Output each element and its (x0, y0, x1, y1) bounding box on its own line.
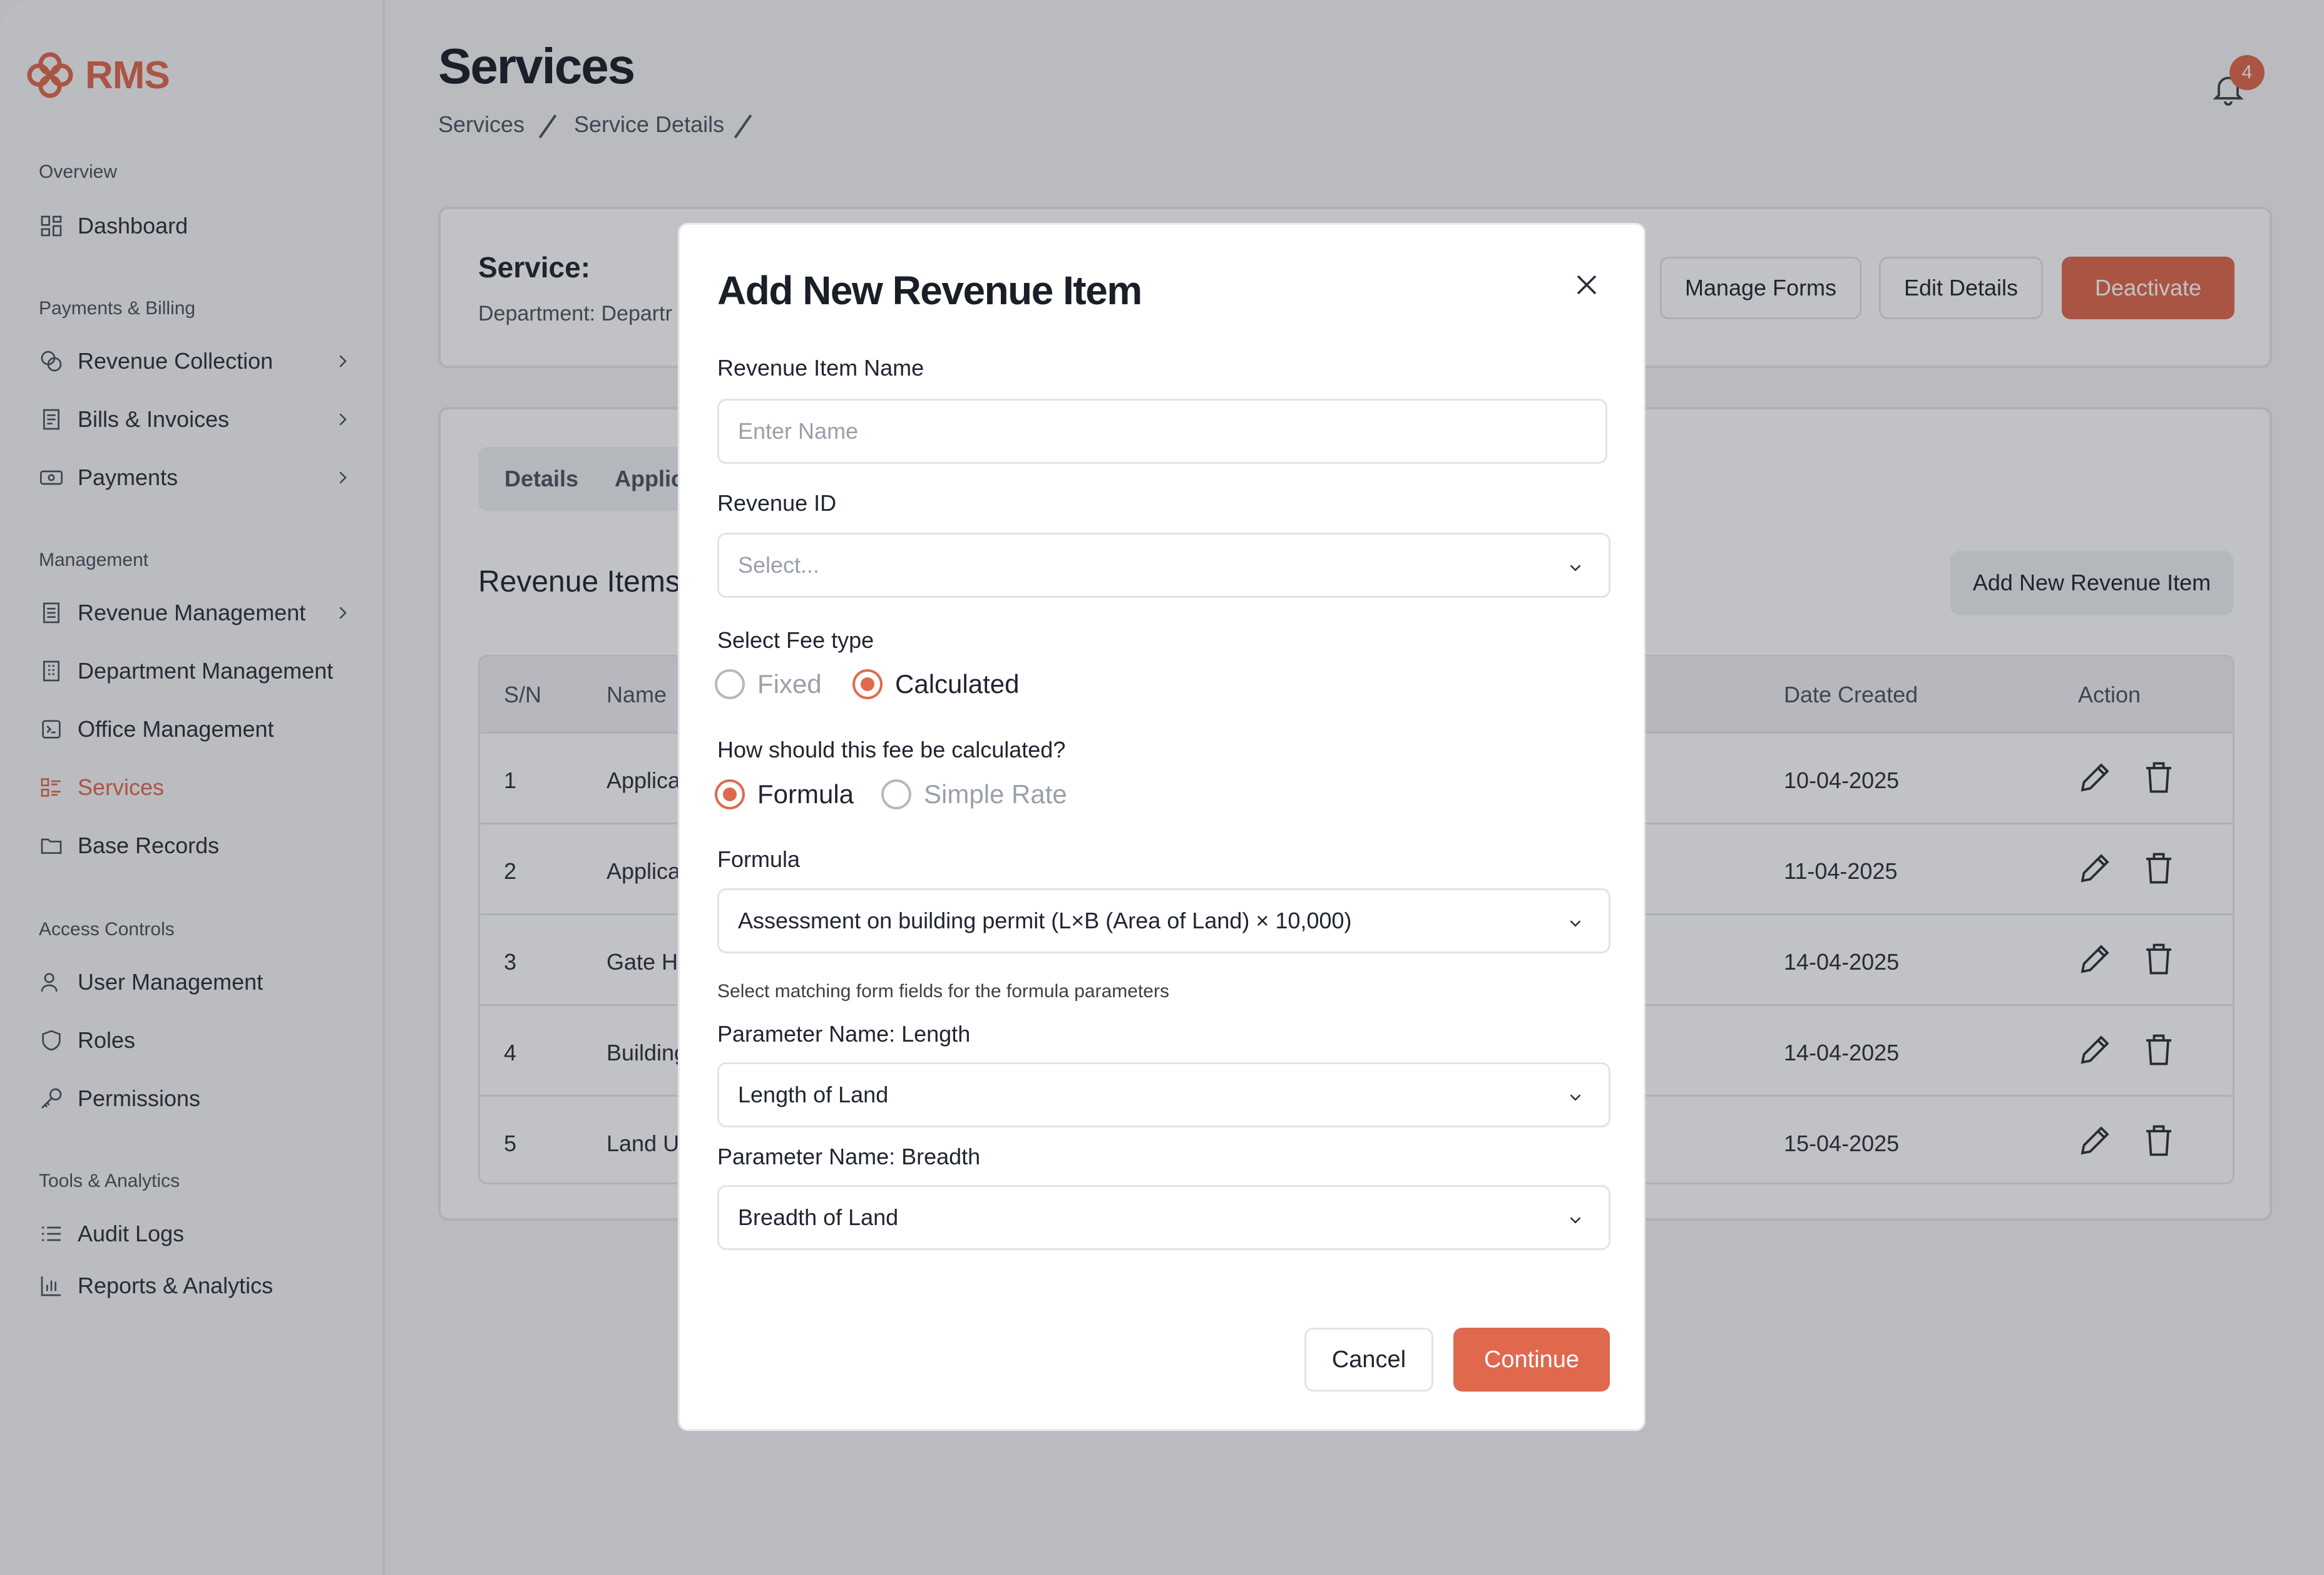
cancel-button[interactable]: Cancel (1304, 1328, 1433, 1392)
radio-label: Simple Rate (924, 779, 1067, 809)
add-revenue-item-modal: Add New Revenue Item Revenue Item Name E… (678, 223, 1646, 1431)
helper-text: Select matching form fields for the form… (717, 981, 1169, 1002)
fee-type-label: Select Fee type (717, 627, 874, 653)
param-length-label: Parameter Name: Length (717, 1021, 971, 1047)
param-breadth-value: Breadth of Land (738, 1204, 899, 1230)
revenue-id-placeholder: Select... (738, 552, 820, 578)
revenue-id-select[interactable]: Select... (717, 533, 1610, 598)
radio-selected-icon (715, 779, 745, 809)
formula-label: Formula (717, 846, 801, 872)
calculation-method-label: How should this fee be calculated? (717, 737, 1066, 762)
radio-selected-icon (852, 669, 883, 699)
modal-title: Add New Revenue Item (717, 268, 1142, 313)
revenue-item-name-label: Revenue Item Name (717, 355, 924, 381)
param-breadth-select[interactable]: Breadth of Land (717, 1185, 1610, 1250)
calc-formula-radio[interactable]: Formula (715, 779, 854, 809)
radio-label: Formula (757, 779, 854, 809)
revenue-id-label: Revenue ID (717, 490, 837, 516)
param-breadth-label: Parameter Name: Breadth (717, 1144, 981, 1169)
close-icon[interactable] (1572, 270, 1602, 300)
radio-unselected-icon (715, 669, 745, 699)
revenue-item-name-input[interactable]: Enter Name (717, 399, 1607, 464)
radio-label: Fixed (757, 669, 822, 699)
fee-type-calculated-radio[interactable]: Calculated (852, 669, 1019, 699)
formula-select[interactable]: Assessment on building permit (L×B (Area… (717, 888, 1610, 953)
formula-value: Assessment on building permit (L×B (Area… (738, 908, 1352, 933)
chevron-down-icon (1570, 565, 1581, 572)
continue-button[interactable]: Continue (1453, 1328, 1610, 1392)
param-length-value: Length of Land (738, 1082, 889, 1107)
fee-type-fixed-radio[interactable]: Fixed (715, 669, 822, 699)
chevron-down-icon (1570, 1217, 1581, 1224)
radio-label: Calculated (895, 669, 1020, 699)
app-window: RMS Overview Dashboard Payments & Billin… (0, 0, 2324, 1575)
calc-simple-rate-radio[interactable]: Simple Rate (881, 779, 1067, 809)
chevron-down-icon (1570, 920, 1581, 927)
radio-unselected-icon (881, 779, 911, 809)
param-length-select[interactable]: Length of Land (717, 1062, 1610, 1127)
chevron-down-icon (1570, 1094, 1581, 1101)
